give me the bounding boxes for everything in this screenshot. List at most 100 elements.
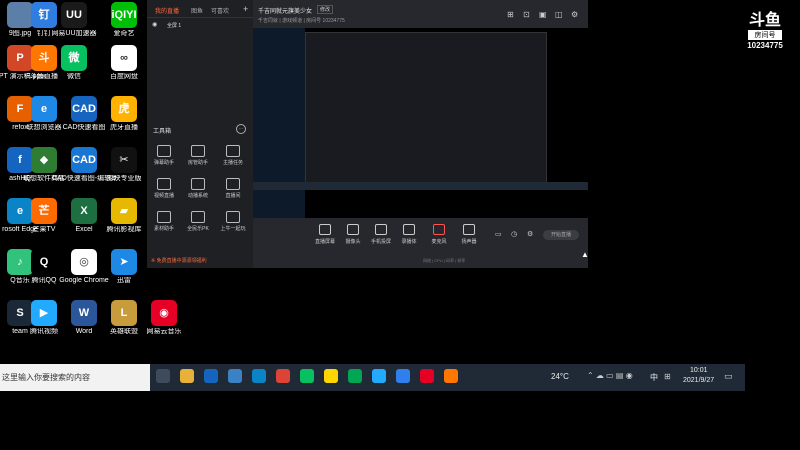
- taskbar: 这里输入你要搜索的内容 24°C ⌃ ☁ ▭ ▤ ◉ 中 ⊞ 10:01 202…: [0, 364, 745, 391]
- camera-toggle-icon[interactable]: ▭: [495, 230, 502, 238]
- admin-icon: [191, 145, 205, 157]
- wechat-icon[interactable]: [300, 369, 314, 383]
- desktop-icon-label: 迅雷: [117, 277, 131, 284]
- tool-play-together[interactable]: 上牛一起玩: [220, 211, 246, 232]
- app-icon: 微: [61, 45, 87, 71]
- tool-label: 直播间: [225, 193, 241, 199]
- eye-icon[interactable]: ◉: [152, 21, 157, 28]
- sub-info: 千吉同就 | 游戏频道 | 房间号 10234775: [258, 18, 345, 24]
- scene-label[interactable]: 全屏 1: [167, 22, 181, 29]
- microphone-button[interactable]: 麦克风: [425, 224, 453, 245]
- tool-label: 动播系统: [187, 193, 208, 199]
- ime-grid-icon[interactable]: ⊞: [664, 372, 671, 381]
- tencent-video-icon[interactable]: [372, 369, 386, 383]
- tool-system[interactable]: 动播系统: [185, 178, 211, 199]
- app-icon: UU: [61, 2, 87, 28]
- chrome-icon[interactable]: [276, 369, 290, 383]
- mail-icon[interactable]: [228, 369, 242, 383]
- button-label: 摄像头: [345, 239, 361, 245]
- control-bar: 直播屏幕 摄像头 手机投屏 录播体 麦克风 扬声器 ▭ ◷ ⚙ 开始直播 网络 …: [253, 218, 588, 268]
- left-panel: 我的直播 图鱼 可喜欢 + ◉ 全屏 1 工具箱 ··· 弹幕助手 房管助手 主…: [147, 0, 253, 268]
- tool-pk[interactable]: 全民乐PK: [185, 211, 211, 232]
- notification-icon[interactable]: ▭: [724, 371, 733, 382]
- tools-header: 工具箱: [153, 129, 172, 135]
- video-icon: [157, 178, 171, 190]
- record-button[interactable]: 录播体: [395, 224, 423, 245]
- tool-label: 弹幕助手: [153, 160, 174, 166]
- stream-title: 千吉同就元旗美少女: [258, 9, 313, 15]
- live-preview: [253, 28, 588, 218]
- room-icon: [226, 178, 240, 190]
- taskbar-search-input[interactable]: 这里输入你要搜索的内容: [0, 364, 150, 391]
- gear-icon[interactable]: ⚙: [527, 230, 533, 238]
- app-icon: 虎: [111, 96, 137, 122]
- gift-icon[interactable]: ▣: [539, 10, 547, 19]
- timer-icon[interactable]: ◷: [511, 230, 517, 238]
- preview-taskbar: [253, 182, 588, 190]
- clock-time[interactable]: 10:01: [690, 367, 708, 374]
- task-icon: [226, 145, 240, 157]
- nested-window: [305, 32, 547, 184]
- tray-icons[interactable]: ⌃ ☁ ▭ ▤ ◉: [587, 371, 633, 380]
- clock-date[interactable]: 2021/9/27: [683, 377, 714, 384]
- microphone-icon: [433, 224, 445, 235]
- tool-label: 全民乐PK: [187, 226, 209, 232]
- status-bar: 网络 | CPU | 码率 | 帧率: [423, 258, 466, 263]
- app-icon: iQIYI: [111, 2, 137, 28]
- danmu-icon: [157, 145, 171, 157]
- tool-room-admin[interactable]: 房管助手: [185, 145, 211, 166]
- speaker-icon: [463, 224, 475, 235]
- douyu-logo: 斗鱼 房间号 10234775: [742, 12, 788, 50]
- lock-icon[interactable]: ⊡: [523, 10, 530, 19]
- tab-like[interactable]: 可喜欢: [211, 6, 229, 15]
- bell-icon[interactable]: ◫: [555, 10, 563, 19]
- tool-room[interactable]: 直播间: [220, 178, 246, 199]
- edit-title-button[interactable]: 修改: [317, 5, 334, 14]
- tool-label: 房管助手: [187, 160, 208, 166]
- button-label: 录播体: [401, 239, 417, 245]
- edge-icon[interactable]: [252, 369, 266, 383]
- file-explorer-icon[interactable]: [180, 369, 194, 383]
- screen-capture-button[interactable]: 直播屏幕: [311, 224, 339, 245]
- app-yellow-icon[interactable]: [324, 369, 338, 383]
- screen-icon: [319, 224, 331, 235]
- task-view-icon[interactable]: [156, 369, 170, 383]
- tool-task[interactable]: 主播任务: [220, 145, 246, 166]
- tool-label: 上牛一起玩: [220, 226, 246, 232]
- app-icon: ▰: [111, 198, 137, 224]
- more-icon[interactable]: ···: [236, 124, 246, 134]
- settings-icon[interactable]: ⚙: [571, 10, 578, 19]
- tool-danmu[interactable]: 弹幕助手: [151, 145, 177, 166]
- app-icon: ∞: [111, 45, 137, 71]
- record-icon: [403, 224, 415, 235]
- app-green-icon[interactable]: [348, 369, 362, 383]
- tool-material[interactable]: 素材助手: [151, 211, 177, 232]
- material-icon: [157, 211, 171, 223]
- app-icon: ◉: [151, 300, 177, 326]
- title-bar: 千吉同就元旗美少女 修改 千吉同就 | 游戏频道 | 房间号 10234775 …: [253, 0, 588, 28]
- camera-icon: [347, 224, 359, 235]
- lenovo-icon[interactable]: [204, 369, 218, 383]
- tab-yutu[interactable]: 图鱼: [191, 6, 203, 15]
- weather-temp[interactable]: 24°C: [551, 372, 569, 381]
- speaker-button[interactable]: 扬声器: [455, 224, 483, 245]
- phone-cast-button[interactable]: 手机投屏: [367, 224, 395, 245]
- share-icon[interactable]: ⊞: [507, 10, 514, 19]
- ime-indicator[interactable]: 中: [650, 372, 658, 383]
- douyu-icon[interactable]: [444, 369, 458, 383]
- button-label: 麦克风: [431, 239, 447, 245]
- app-blue-icon[interactable]: [396, 369, 410, 383]
- system-icon: [191, 178, 205, 190]
- add-icon[interactable]: +: [243, 4, 248, 14]
- camera-button[interactable]: 摄像头: [339, 224, 367, 245]
- netease-music-icon[interactable]: [420, 369, 434, 383]
- desktop-icon-label: 网易云音乐: [146, 328, 182, 335]
- logo-brand: 斗鱼: [748, 12, 781, 29]
- start-live-button[interactable]: 开始直播: [543, 230, 579, 240]
- notice-text[interactable]: ※ 免费直播中源源领福利: [151, 257, 207, 264]
- divider: [147, 17, 253, 18]
- desktop-icon[interactable]: ◉ 网易云音乐: [132, 300, 196, 336]
- tool-video-live[interactable]: 视频直播: [151, 178, 177, 199]
- douyu-stream-window: 我的直播 图鱼 可喜欢 + ◉ 全屏 1 工具箱 ··· 弹幕助手 房管助手 主…: [147, 0, 588, 268]
- tab-my-live[interactable]: 我的直播: [155, 6, 179, 15]
